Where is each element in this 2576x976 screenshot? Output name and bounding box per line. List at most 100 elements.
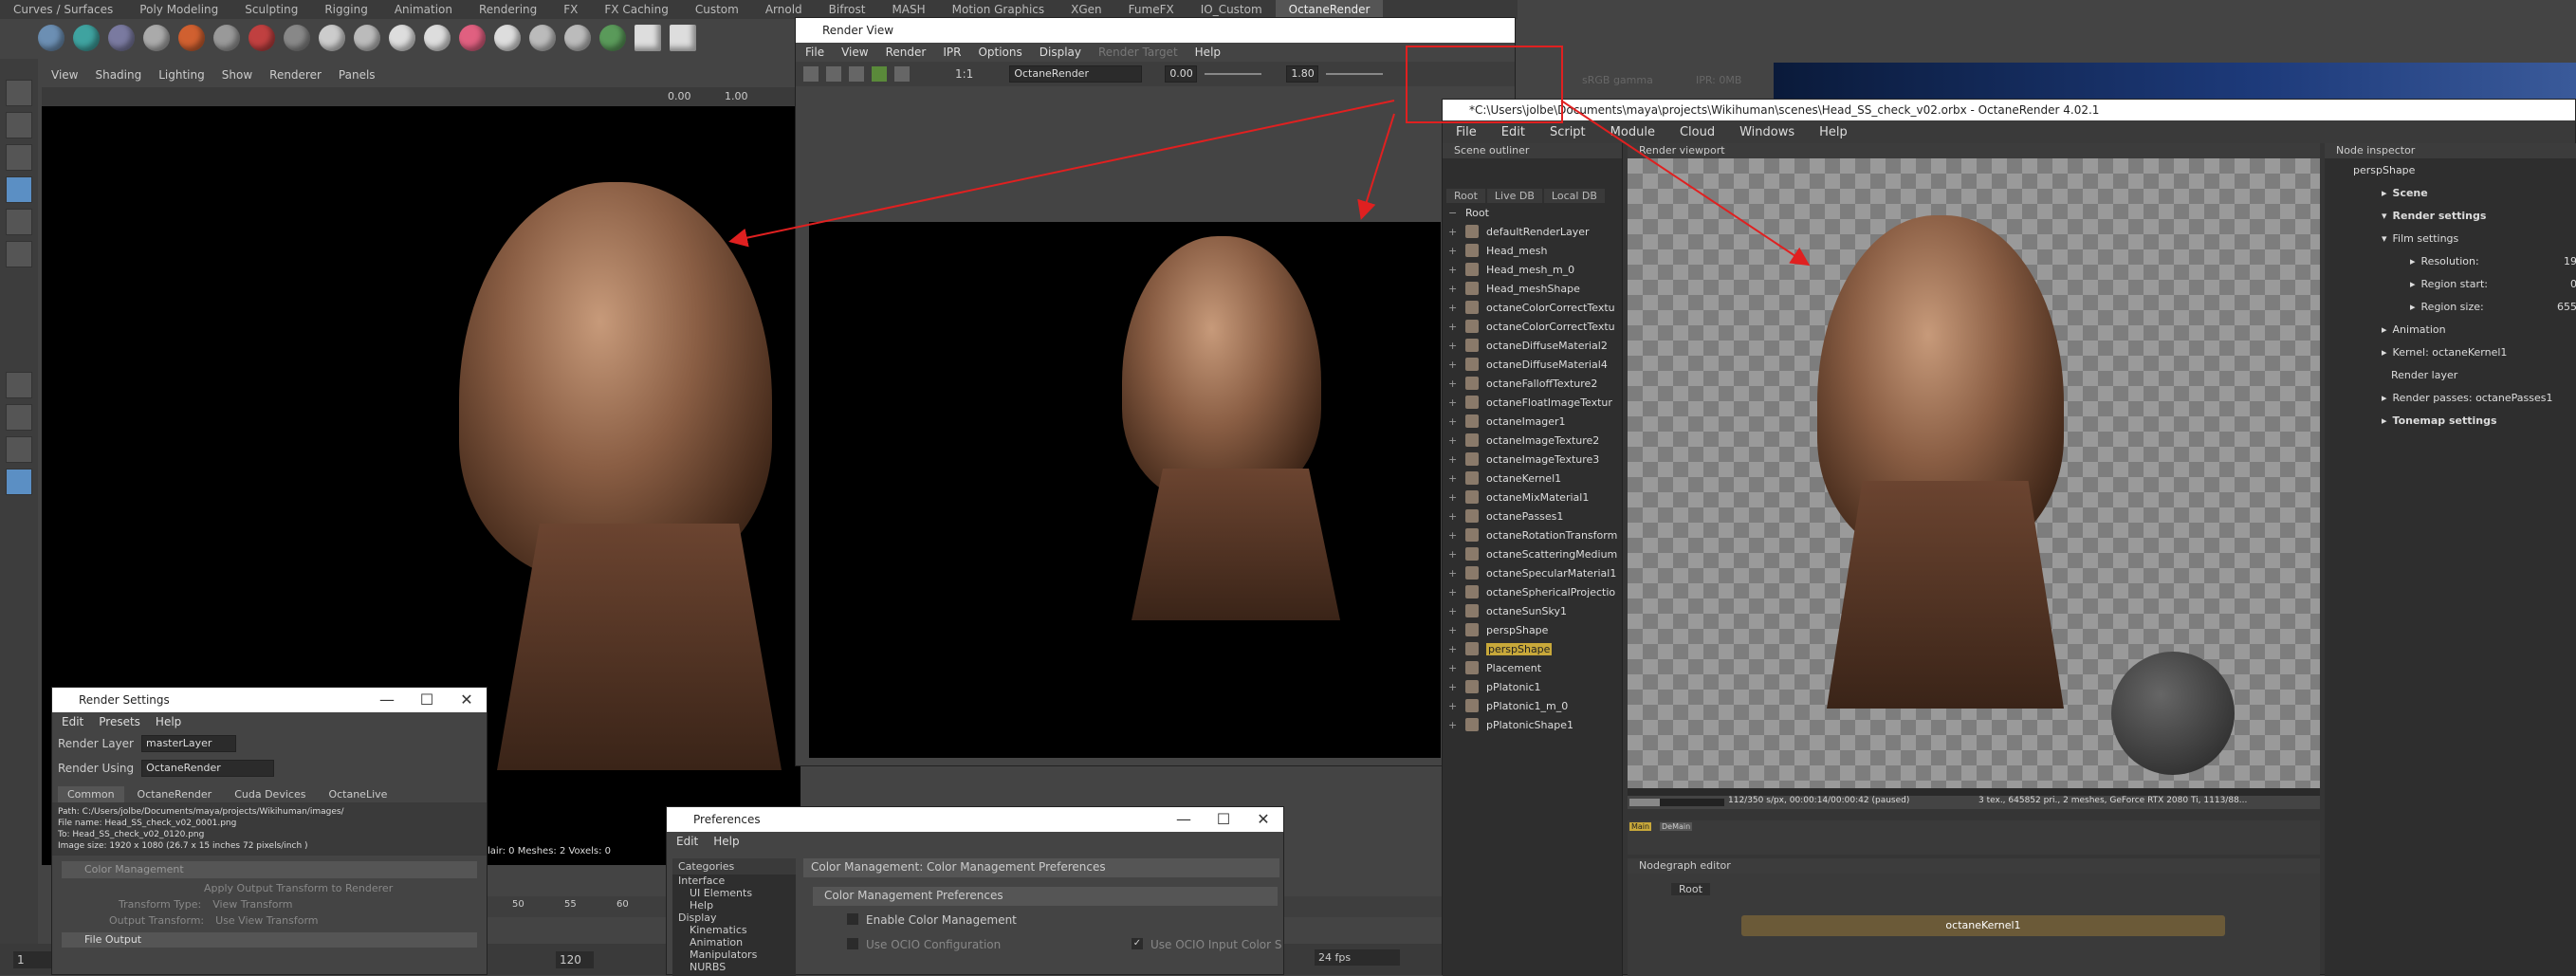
octane-shelf-icon[interactable] <box>38 25 64 51</box>
category-item[interactable]: Interface <box>672 875 796 887</box>
shelf-tab[interactable]: Bifrost <box>816 0 879 19</box>
expand-icon[interactable]: + <box>1448 700 1458 712</box>
outliner-root[interactable]: − Root <box>1443 203 1622 222</box>
render-icon[interactable] <box>803 66 819 82</box>
outliner-item[interactable]: + octaneColorCorrectTextu <box>1443 298 1622 317</box>
output-transform-dropdown[interactable]: Use View Transform <box>215 914 318 927</box>
shelf-tab[interactable]: Curves / Surfaces <box>0 0 126 19</box>
menu-cloud[interactable]: Cloud <box>1680 125 1715 139</box>
menu-help[interactable]: Help <box>1195 46 1221 59</box>
expand-icon[interactable]: + <box>1448 283 1458 295</box>
tab-octanelive[interactable]: OctaneLive <box>319 786 396 802</box>
minimize-icon[interactable]: — <box>367 688 407 712</box>
tonemap-row[interactable]: ▸ Tonemap settings <box>2325 409 2576 432</box>
outliner-item[interactable]: + Placement <box>1443 658 1622 677</box>
viewport-field-1[interactable]: 0.00 <box>668 90 691 102</box>
lasso-tool-icon[interactable] <box>6 112 32 138</box>
expand-icon[interactable]: + <box>1448 264 1458 276</box>
enable-cm-checkbox[interactable]: Enable Color Management <box>847 913 1017 927</box>
shelf-tab[interactable]: XGen <box>1058 0 1115 19</box>
outliner-item[interactable]: + octaneDiffuseMaterial4 <box>1443 355 1622 374</box>
outliner-item[interactable]: + Head_mesh <box>1443 241 1622 260</box>
maximize-icon[interactable]: ☐ <box>1204 807 1243 832</box>
scene-section[interactable]: ▸ Scene <box>2325 181 2576 204</box>
scale-tool-icon[interactable] <box>6 241 32 267</box>
expand-icon[interactable]: + <box>1448 453 1458 466</box>
nodegraph-root-tab[interactable]: Root <box>1671 883 1710 895</box>
rotate-tool-icon[interactable] <box>6 209 32 235</box>
expand-icon[interactable]: + <box>1448 624 1458 636</box>
expand-icon[interactable]: + <box>1448 396 1458 409</box>
menu-lighting[interactable]: Lighting <box>158 68 205 87</box>
expand-icon[interactable]: + <box>1448 643 1458 655</box>
menu-module[interactable]: Module <box>1610 125 1655 139</box>
render-settings-section[interactable]: ▾ Render settings <box>2325 204 2576 227</box>
category-item[interactable]: Animation <box>672 936 796 948</box>
menu-options[interactable]: Options <box>978 46 1021 59</box>
menu-help[interactable]: Help <box>713 835 739 848</box>
outliner-item[interactable]: + octaneRotationTransform <box>1443 525 1622 544</box>
outliner-item[interactable]: + defaultRenderLayer <box>1443 222 1622 241</box>
apply-output-checkbox[interactable]: Apply Output Transform to Renderer <box>52 878 487 894</box>
expand-icon[interactable]: + <box>1448 586 1458 598</box>
shelf-tab[interactable]: FumeFX <box>1115 0 1187 19</box>
menu-renderer[interactable]: Renderer <box>269 68 322 87</box>
maximize-icon[interactable]: ☐ <box>407 688 447 712</box>
tab-live-db[interactable]: Live DB <box>1486 189 1542 203</box>
move-tool-icon[interactable] <box>6 176 32 203</box>
category-item[interactable]: Display <box>672 912 796 924</box>
layout-four-icon[interactable] <box>6 404 32 431</box>
layout-single-icon[interactable] <box>6 372 32 398</box>
expand-icon[interactable]: + <box>1448 491 1458 504</box>
outliner-item[interactable]: + pPlatonicShape1 <box>1443 715 1622 734</box>
tab-common[interactable]: Common <box>58 786 124 802</box>
outliner-item[interactable]: + octanePasses1 <box>1443 506 1622 525</box>
menu-file[interactable]: File <box>805 46 824 59</box>
shelf-tab[interactable]: Motion Graphics <box>939 0 1058 19</box>
octane-shelf-icon[interactable] <box>248 25 275 51</box>
octane-shelf-icon[interactable] <box>424 25 451 51</box>
viewport-field-2[interactable]: 1.00 <box>725 90 748 102</box>
tab-local-db[interactable]: Local DB <box>1543 189 1605 203</box>
exposure-slider[interactable] <box>1205 73 1262 75</box>
use-ocio-checkbox[interactable]: Use OCIO Configuration <box>847 938 1001 951</box>
expand-icon[interactable]: + <box>1448 548 1458 561</box>
octane-shelf-icon[interactable] <box>354 25 380 51</box>
render-passes-row[interactable]: ▸ Render passes: octanePasses1 <box>2325 386 2576 409</box>
category-item[interactable]: Manipulators <box>672 948 796 961</box>
menu-ipr[interactable]: IPR <box>943 46 961 59</box>
shelf-tab[interactable]: Rigging <box>311 0 380 19</box>
shelf-tab[interactable]: Poly Modeling <box>126 0 231 19</box>
shelf-tab-active[interactable]: OctaneRender <box>1275 0 1384 19</box>
select-tool-icon[interactable] <box>6 80 32 106</box>
ratio-button[interactable]: 1:1 <box>955 67 973 81</box>
octane-shelf-icon[interactable] <box>73 25 100 51</box>
menu-edit[interactable]: Edit <box>1501 125 1525 139</box>
pause-icon[interactable] <box>635 25 661 51</box>
end-frame-field[interactable]: 120 <box>556 951 594 968</box>
expand-icon[interactable]: + <box>1448 681 1458 693</box>
menu-edit[interactable]: Edit <box>676 835 698 848</box>
film-settings-section[interactable]: ▾ Film settings <box>2325 227 2576 249</box>
expand-icon[interactable]: + <box>1448 226 1458 238</box>
region-icon[interactable] <box>872 66 887 82</box>
outliner-item[interactable]: + octaneImageTexture2 <box>1443 431 1622 450</box>
outliner-item[interactable]: + octaneScatteringMedium <box>1443 544 1622 563</box>
kernel-row[interactable]: ▸ Kernel: octaneKernel1 <box>2325 341 2576 363</box>
color-management-section[interactable]: Color Management <box>62 861 477 878</box>
menu-edit[interactable]: Edit <box>62 715 83 728</box>
shelf-tab[interactable]: FX Caching <box>591 0 681 19</box>
region-size-row[interactable]: ▸ Region size: 655 <box>2325 295 2576 318</box>
expand-icon[interactable]: + <box>1448 605 1458 617</box>
render-view-image[interactable] <box>809 222 1441 758</box>
outliner-item[interactable]: + octaneMixMaterial1 <box>1443 488 1622 506</box>
category-item[interactable]: Help <box>672 899 796 912</box>
render-canvas[interactable] <box>1628 158 2320 788</box>
layout-outliner-icon[interactable] <box>6 469 32 495</box>
expand-icon[interactable]: + <box>1448 529 1458 542</box>
outliner-item[interactable]: + perspShape <box>1443 620 1622 639</box>
frame-field[interactable]: 1 <box>13 951 51 968</box>
outliner-item[interactable]: + octaneSphericalProjectio <box>1443 582 1622 601</box>
octane-shelf-icon[interactable] <box>284 25 310 51</box>
expand-icon[interactable]: + <box>1448 378 1458 390</box>
